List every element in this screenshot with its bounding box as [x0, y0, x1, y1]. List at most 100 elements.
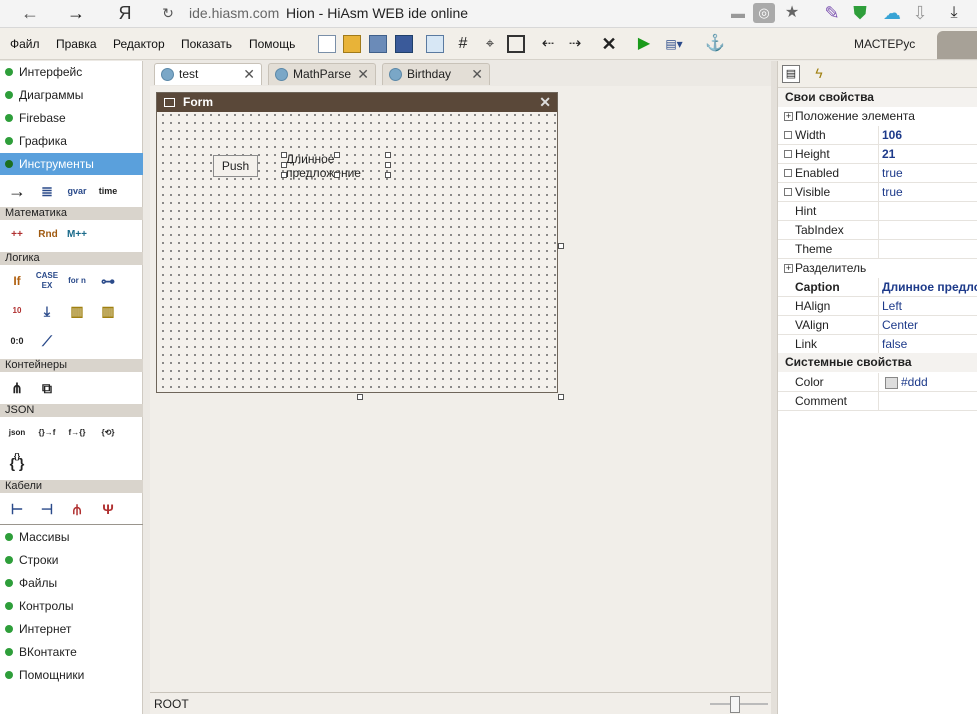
expand-icon[interactable]: + [784, 264, 793, 273]
palette-item-internet[interactable]: Интернет [0, 618, 143, 640]
download-icon[interactable]: ⤓ [942, 2, 966, 24]
checkbox[interactable] [784, 131, 792, 139]
reload-icon[interactable]: ↻ [156, 2, 180, 24]
ghost-icon[interactable]: ☁ [880, 2, 904, 24]
link-component-icon[interactable]: ⊶ [96, 269, 120, 293]
close-icon[interactable]: ✕ [539, 93, 551, 112]
new-file-icon[interactable] [318, 35, 336, 53]
prop-row-theme[interactable]: Theme [778, 240, 977, 259]
json-to-f-component-icon[interactable]: {}→f [33, 421, 61, 445]
master-label[interactable]: МАСТЕРус [854, 37, 915, 51]
for-component-icon[interactable]: for n [65, 269, 89, 293]
feather-icon[interactable]: ✎ [820, 2, 844, 24]
json-object-component-icon[interactable]: { } [5, 451, 29, 475]
undo-icon[interactable]: ⇠ [539, 35, 557, 53]
palette-item-strings[interactable]: Строки [0, 549, 143, 571]
expand-icon[interactable]: + [784, 112, 793, 121]
tree2-component-icon[interactable]: ⧉ [35, 376, 59, 400]
resize-handle[interactable] [281, 172, 287, 178]
tree-component-icon[interactable]: ⋔ [5, 376, 29, 400]
prop-row-halign[interactable]: HAlign Left [778, 297, 977, 316]
resize-handle[interactable] [334, 152, 340, 158]
events-tab-icon[interactable]: ϟ [810, 65, 828, 83]
color-swatch[interactable] [885, 377, 898, 389]
prop-row-tabindex[interactable]: TabIndex [778, 221, 977, 240]
back-arrow-icon[interactable]: ← [18, 2, 42, 24]
prop-row-width[interactable]: Width 106 [778, 126, 977, 145]
push-button[interactable]: Push [213, 155, 258, 177]
resize-handle[interactable] [385, 152, 391, 158]
switch-component-icon[interactable]: ⟋ [35, 329, 59, 353]
anchor-icon[interactable]: ⚓ [705, 35, 725, 53]
forward-arrow-icon[interactable]: → [64, 2, 88, 24]
prop-row-comment[interactable]: Comment [778, 392, 977, 411]
random-component-icon[interactable]: Rnd [35, 223, 61, 247]
position-group[interactable]: + Положение элемента [778, 107, 977, 126]
palette-item-diagrams[interactable]: Диаграммы [0, 84, 143, 106]
palette-section-logic[interactable]: Логика [0, 252, 143, 265]
form-resize-handle[interactable] [558, 243, 564, 249]
prop-row-link[interactable]: Link false [778, 335, 977, 354]
close-icon[interactable]: ✕ [471, 64, 483, 85]
palette-item-tools[interactable]: Инструменты [0, 153, 143, 175]
menu-help[interactable]: Помощь [249, 37, 295, 51]
stack-component-icon[interactable]: ≣ [35, 179, 59, 203]
form-designer[interactable]: Form ✕ Push Длинное предложение [156, 92, 558, 393]
checkbox[interactable] [784, 188, 792, 196]
resize-handle[interactable] [385, 172, 391, 178]
palette-section-json[interactable]: JSON [0, 404, 143, 417]
form-resize-handle[interactable] [357, 394, 363, 400]
palette-item-controls[interactable]: Контролы [0, 595, 143, 617]
cable2-component-icon[interactable]: ⊣ [35, 497, 59, 521]
palette-section-cables[interactable]: Кабели [0, 480, 143, 493]
resize-handle[interactable] [385, 162, 391, 168]
checkbox[interactable] [784, 169, 792, 177]
grid-icon[interactable]: # [454, 35, 472, 53]
json-component-icon[interactable]: json {} [5, 421, 29, 461]
url-host[interactable]: ide.hiasm.com [189, 5, 279, 21]
resize-handle[interactable] [281, 152, 287, 158]
arrow-component-icon[interactable]: → [5, 179, 29, 203]
fit-icon[interactable] [507, 35, 525, 53]
prop-row-visible[interactable]: Visible true [778, 183, 977, 202]
separator-group[interactable]: + Разделитель [778, 259, 977, 278]
palette-item-vkontakte[interactable]: ВКонтакте [0, 641, 143, 663]
tab-test[interactable]: test ✕ [154, 63, 262, 85]
prop-row-enabled[interactable]: Enabled true [778, 164, 977, 183]
palette-section-containers[interactable]: Контейнеры [0, 359, 143, 372]
palette-item-helpers[interactable]: Помощники [0, 664, 143, 686]
prop-row-color[interactable]: Color #ddd [778, 373, 977, 392]
gvar-component-icon[interactable]: gvar [65, 179, 89, 203]
close-icon[interactable]: ✕ [243, 64, 255, 85]
star-icon[interactable]: ★ [780, 2, 804, 24]
cable4-component-icon[interactable]: Ψ [96, 497, 120, 521]
time-component-icon[interactable]: time [96, 179, 120, 203]
form-titlebar[interactable]: Form ✕ [157, 93, 557, 112]
prop-row-height[interactable]: Height 21 [778, 145, 977, 164]
build-icon[interactable]: ▤▾ [660, 35, 688, 53]
tab-mathparse[interactable]: MathParse ✕ [268, 63, 376, 85]
counter-component-icon[interactable]: 10 [5, 299, 29, 323]
yandex-icon[interactable]: Я [113, 2, 137, 24]
center-icon[interactable]: ⌖ [481, 35, 499, 53]
checkbox[interactable] [784, 150, 792, 158]
menu-edit[interactable]: Правка [56, 37, 97, 51]
cable3-component-icon[interactable]: ⫛ [65, 497, 89, 521]
chip2-component-icon[interactable]: ▥ [96, 299, 120, 323]
shield-icon[interactable]: ⛊ [848, 2, 872, 24]
palette-item-firebase[interactable]: Firebase [0, 107, 143, 129]
prop-row-hint[interactable]: Hint [778, 202, 977, 221]
tab-birthday[interactable]: Birthday ✕ [382, 63, 490, 85]
prop-row-valign[interactable]: VAlign Center [778, 316, 977, 335]
comment-icon[interactable]: ▬ [726, 2, 750, 24]
palette-item-graphics[interactable]: Графика [0, 130, 143, 152]
resize-handle[interactable] [334, 172, 340, 178]
palette-item-interface[interactable]: Интерфейс [0, 61, 143, 83]
cable-component-icon[interactable]: ⊢ [5, 497, 29, 521]
close-icon[interactable]: ✕ [357, 64, 369, 85]
f-to-json-component-icon[interactable]: f→{} [65, 421, 89, 445]
case-component-icon[interactable]: CASE EX [33, 269, 61, 293]
chip-component-icon[interactable]: ▥ [65, 299, 89, 323]
run-icon[interactable]: ▶ [635, 35, 653, 53]
palette-item-files[interactable]: Файлы [0, 572, 143, 594]
